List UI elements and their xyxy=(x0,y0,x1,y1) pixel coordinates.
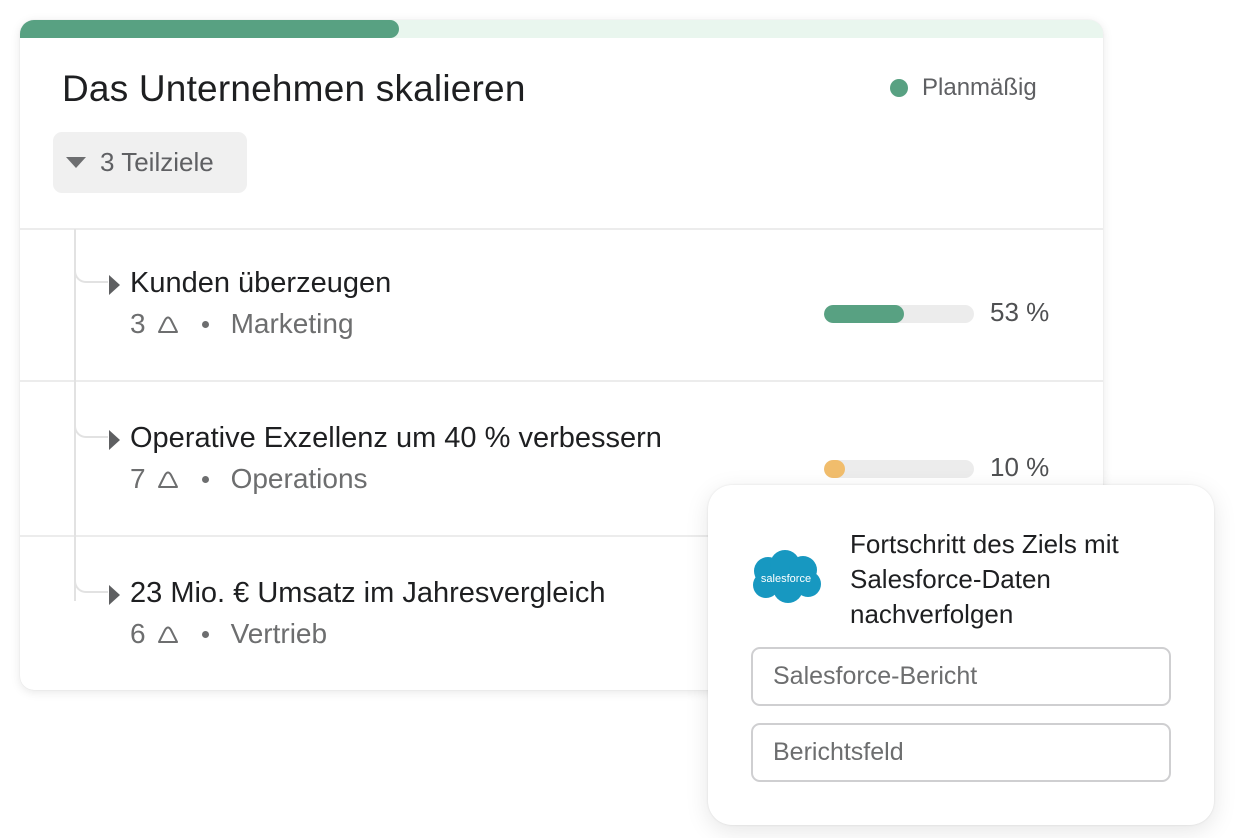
salesforce-heading: Fortschritt des Ziels mit Salesforce-Dat… xyxy=(850,529,1119,629)
subgoal-team[interactable]: Vertrieb xyxy=(231,618,328,650)
tree-branch xyxy=(74,261,108,283)
progress-percent: 10 % xyxy=(990,452,1050,482)
progress-bar-fill xyxy=(824,460,845,478)
status-dot-icon xyxy=(890,79,908,97)
subgoal-title[interactable]: Operative Exzellenz um 40 % verbessern xyxy=(130,422,662,455)
bullet-separator xyxy=(201,320,209,328)
subgoal-count: 7 xyxy=(130,463,146,494)
goal-icon xyxy=(157,626,178,643)
subgoal-row[interactable]: Kunden überzeugen 3 Marketing 53 % xyxy=(20,230,1103,382)
salesforce-report-input[interactable] xyxy=(751,647,1171,706)
subgoal-meta: 3 Marketing xyxy=(130,308,354,340)
salesforce-logo-icon: salesforce xyxy=(753,550,821,603)
bullet-separator xyxy=(201,630,209,638)
subgoal-meta: 7 Operations xyxy=(130,463,368,495)
goal-progress-fill xyxy=(20,20,400,38)
progress-bar-track xyxy=(824,305,974,323)
report-field-input[interactable] xyxy=(751,723,1171,782)
subgoal-title[interactable]: Kunden überzeugen xyxy=(130,267,391,300)
subgoal-team[interactable]: Marketing xyxy=(231,308,354,340)
tree-branch xyxy=(74,571,108,593)
subgoal-count: 3 xyxy=(130,308,146,339)
subgoal-title[interactable]: 23 Mio. € Umsatz im Jahresvergleich xyxy=(130,577,605,610)
goal-status: Planmäßig xyxy=(890,74,1037,102)
subgoal-meta: 6 Vertrieb xyxy=(130,618,327,650)
goal-icon xyxy=(157,316,178,333)
caret-right-icon[interactable] xyxy=(109,585,120,605)
tree-branch xyxy=(74,416,108,438)
subgoal-team[interactable]: Operations xyxy=(231,463,368,495)
stage: Das Unternehmen skalieren Planmäßig 3 Te… xyxy=(0,0,1256,838)
caret-right-icon[interactable] xyxy=(109,430,120,450)
bullet-separator xyxy=(201,475,209,483)
caret-right-icon[interactable] xyxy=(109,275,120,295)
status-label: Planmäßig xyxy=(922,74,1037,101)
subgoals-toggle-label: 3 Teilziele xyxy=(100,147,214,177)
subgoal-count: 6 xyxy=(130,618,146,649)
salesforce-logo-text: salesforce xyxy=(761,573,811,585)
progress-percent: 53 % xyxy=(990,297,1050,327)
goal-progress-track xyxy=(20,20,1103,38)
caret-down-icon xyxy=(66,157,86,168)
goal-icon xyxy=(157,471,178,488)
progress-bar-track xyxy=(824,460,974,478)
subgoals-toggle-button[interactable]: 3 Teilziele xyxy=(53,132,247,193)
salesforce-panel: salesforce Fortschritt des Ziels mit Sal… xyxy=(708,485,1214,825)
progress-bar-fill xyxy=(824,305,904,323)
goal-title: Das Unternehmen skalieren xyxy=(62,68,526,109)
